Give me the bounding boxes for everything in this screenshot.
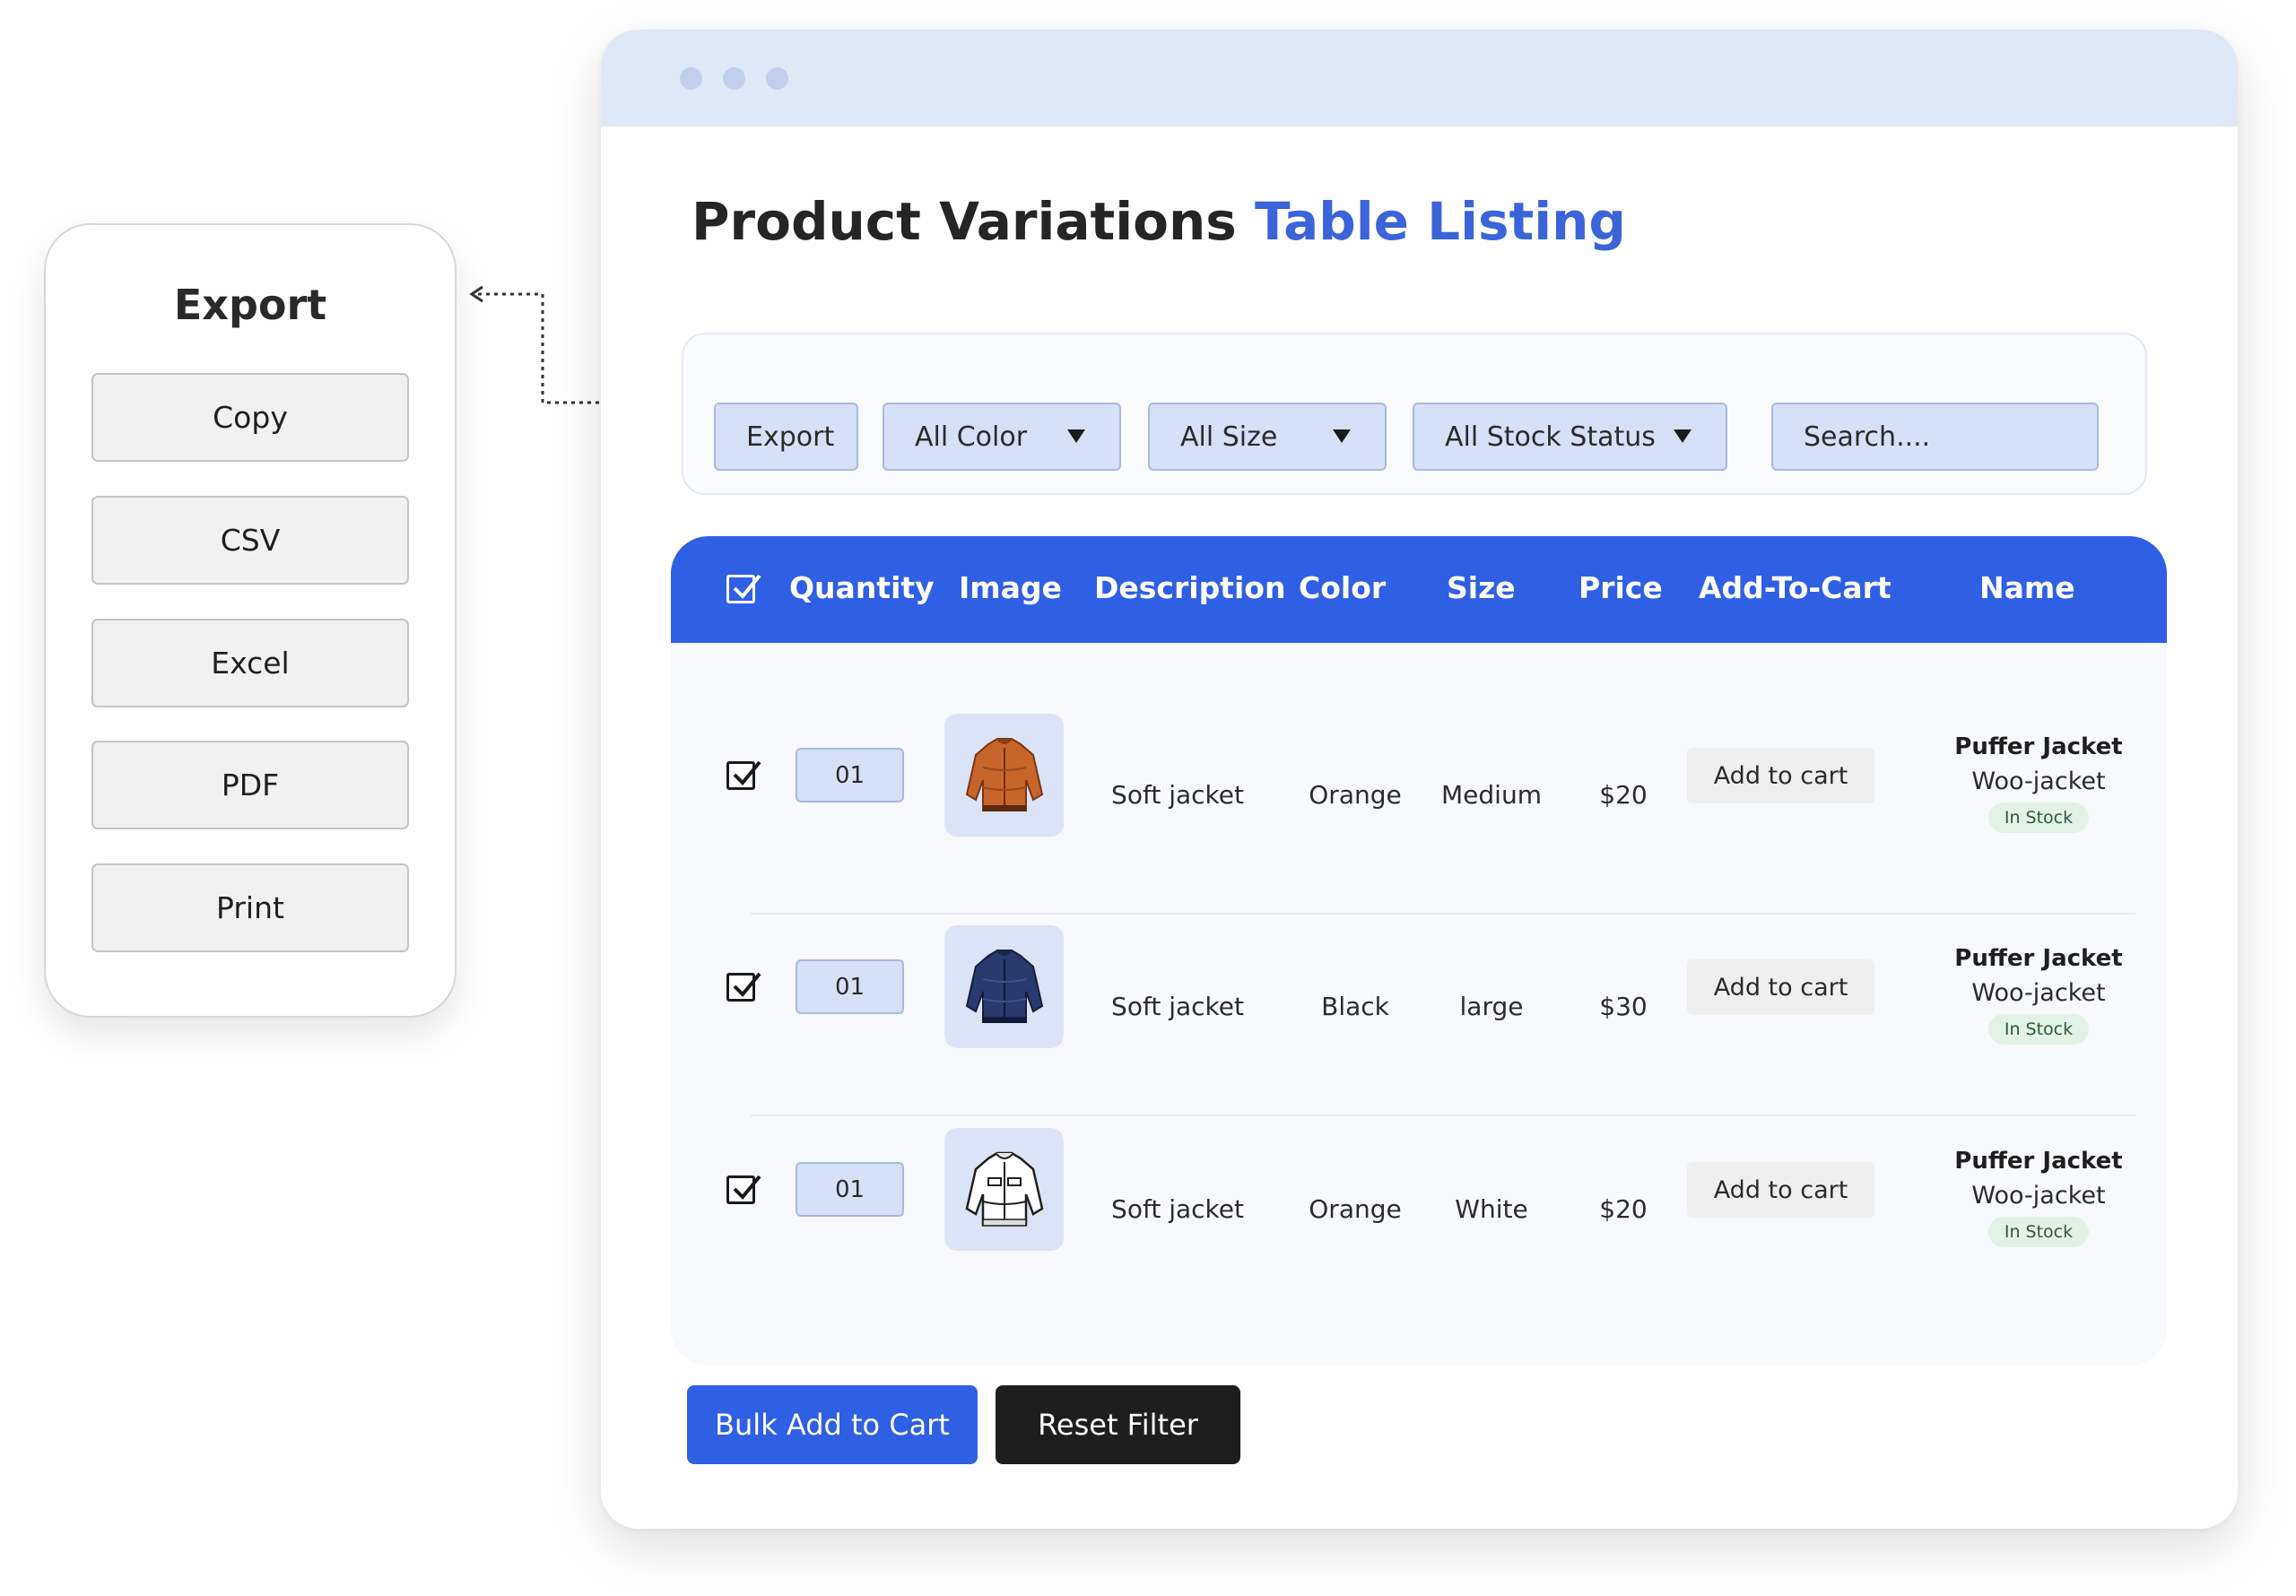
product-name-cell: Puffer Jacket Woo-jacket In Stock (1926, 945, 2151, 1045)
app-window: Product Variations Table Listing Export … (601, 30, 2238, 1529)
header-price: Price (1578, 570, 1663, 605)
color-cell: Orange (1309, 1194, 1402, 1224)
header-color: Color (1299, 570, 1387, 605)
product-sku: Woo-jacket (1971, 979, 2106, 1007)
product-name: Puffer Jacket (1954, 733, 2123, 760)
product-sku: Woo-jacket (1971, 1182, 2106, 1210)
navy-jacket-image (965, 949, 1043, 1023)
product-name: Puffer Jacket (1954, 1148, 2123, 1175)
window-dot-icon (680, 67, 702, 90)
caret-down-icon (1333, 429, 1351, 443)
quantity-input[interactable]: 01 (796, 959, 904, 1014)
export-panel: Export Copy CSV Excel PDF Print (44, 223, 457, 1018)
check-icon (733, 574, 761, 599)
size-cell: large (1459, 992, 1524, 1021)
color-select-value: All Color (915, 421, 1028, 453)
copy-button[interactable]: Copy (91, 373, 409, 462)
window-titlebar (601, 30, 2238, 126)
print-button[interactable]: Print (91, 863, 409, 952)
price-cell: $20 (1599, 780, 1648, 810)
row-checkbox[interactable] (726, 1175, 761, 1204)
add-to-cart-button[interactable]: Add to cart (1687, 959, 1874, 1015)
reset-filter-button[interactable]: Reset Filter (996, 1385, 1240, 1464)
product-name: Puffer Jacket (1954, 945, 2123, 972)
color-cell: Black (1321, 992, 1389, 1021)
price-cell: $20 (1599, 1194, 1648, 1224)
select-all-checkbox[interactable] (726, 574, 761, 603)
product-sku: Woo-jacket (1971, 768, 2106, 795)
export-button[interactable]: Export (714, 403, 858, 471)
stock-badge: In Stock (1987, 802, 2090, 833)
stock-status-select[interactable]: All Stock Status (1413, 403, 1727, 471)
price-cell: $30 (1599, 992, 1648, 1021)
window-dot-icon (766, 67, 788, 90)
size-cell: White (1455, 1194, 1528, 1224)
row-checkbox[interactable] (726, 972, 761, 1002)
caret-down-icon (1674, 429, 1692, 443)
table-row: 01 Soft jacket Orange Medium $20 Add to … (671, 696, 2167, 902)
size-cell: Medium (1441, 780, 1542, 810)
size-select[interactable]: All Size (1148, 403, 1387, 471)
page-title: Product Variations Table Listing (691, 191, 1626, 252)
check-icon (733, 1175, 761, 1200)
table-header: Quantity Image Description Color Size Pr… (671, 536, 2167, 643)
add-to-cart-button[interactable]: Add to cart (1687, 748, 1874, 803)
table-row: 01 Soft jacket Black large $30 Add to ca… (671, 907, 2167, 1114)
table-row: 01 Soft jacket Orange White $20 Add to c… (671, 1110, 2167, 1316)
product-thumbnail[interactable] (944, 714, 1064, 837)
header-quantity: Quantity (789, 570, 935, 605)
add-to-cart-button[interactable]: Add to cart (1687, 1162, 1874, 1218)
product-name-cell: Puffer Jacket Woo-jacket In Stock (1926, 1148, 2151, 1247)
orange-jacket-image (965, 737, 1043, 811)
row-checkbox[interactable] (726, 760, 761, 790)
product-thumbnail[interactable] (944, 925, 1064, 1048)
export-panel-title: Export (173, 281, 327, 329)
header-size: Size (1447, 570, 1516, 605)
quantity-input[interactable]: 01 (796, 1162, 904, 1217)
color-select[interactable]: All Color (883, 403, 1121, 471)
page-title-main: Product Variations (691, 191, 1237, 252)
product-thumbnail[interactable] (944, 1128, 1064, 1251)
window-dot-icon (723, 67, 745, 90)
header-name: Name (1979, 570, 2075, 605)
product-table: Quantity Image Description Color Size Pr… (671, 536, 2167, 1366)
description-cell: Soft jacket (1111, 992, 1244, 1021)
canvas: Export Copy CSV Excel PDF Print Product … (0, 0, 2296, 1596)
stock-status-select-value: All Stock Status (1445, 421, 1656, 453)
header-image: Image (959, 570, 1062, 605)
csv-button[interactable]: CSV (91, 496, 409, 585)
bulk-add-to-cart-button[interactable]: Bulk Add to Cart (687, 1385, 978, 1464)
search-input[interactable]: Search.... (1771, 403, 2099, 471)
color-cell: Orange (1309, 780, 1402, 810)
quantity-input[interactable]: 01 (796, 748, 904, 802)
product-name-cell: Puffer Jacket Woo-jacket In Stock (1926, 733, 2151, 833)
description-cell: Soft jacket (1111, 1194, 1244, 1224)
page-title-accent: Table Listing (1255, 191, 1626, 252)
excel-button[interactable]: Excel (91, 619, 409, 707)
header-add-to-cart: Add-To-Cart (1699, 570, 1892, 605)
white-jacket-image (965, 1151, 1043, 1227)
header-description: Description (1094, 570, 1286, 605)
description-cell: Soft jacket (1111, 780, 1244, 810)
check-icon (733, 972, 761, 997)
pdf-button[interactable]: PDF (91, 741, 409, 829)
stock-badge: In Stock (1987, 1217, 2090, 1247)
stock-badge: In Stock (1987, 1014, 2090, 1045)
size-select-value: All Size (1180, 421, 1278, 453)
caret-down-icon (1067, 429, 1085, 443)
check-icon (733, 760, 761, 785)
